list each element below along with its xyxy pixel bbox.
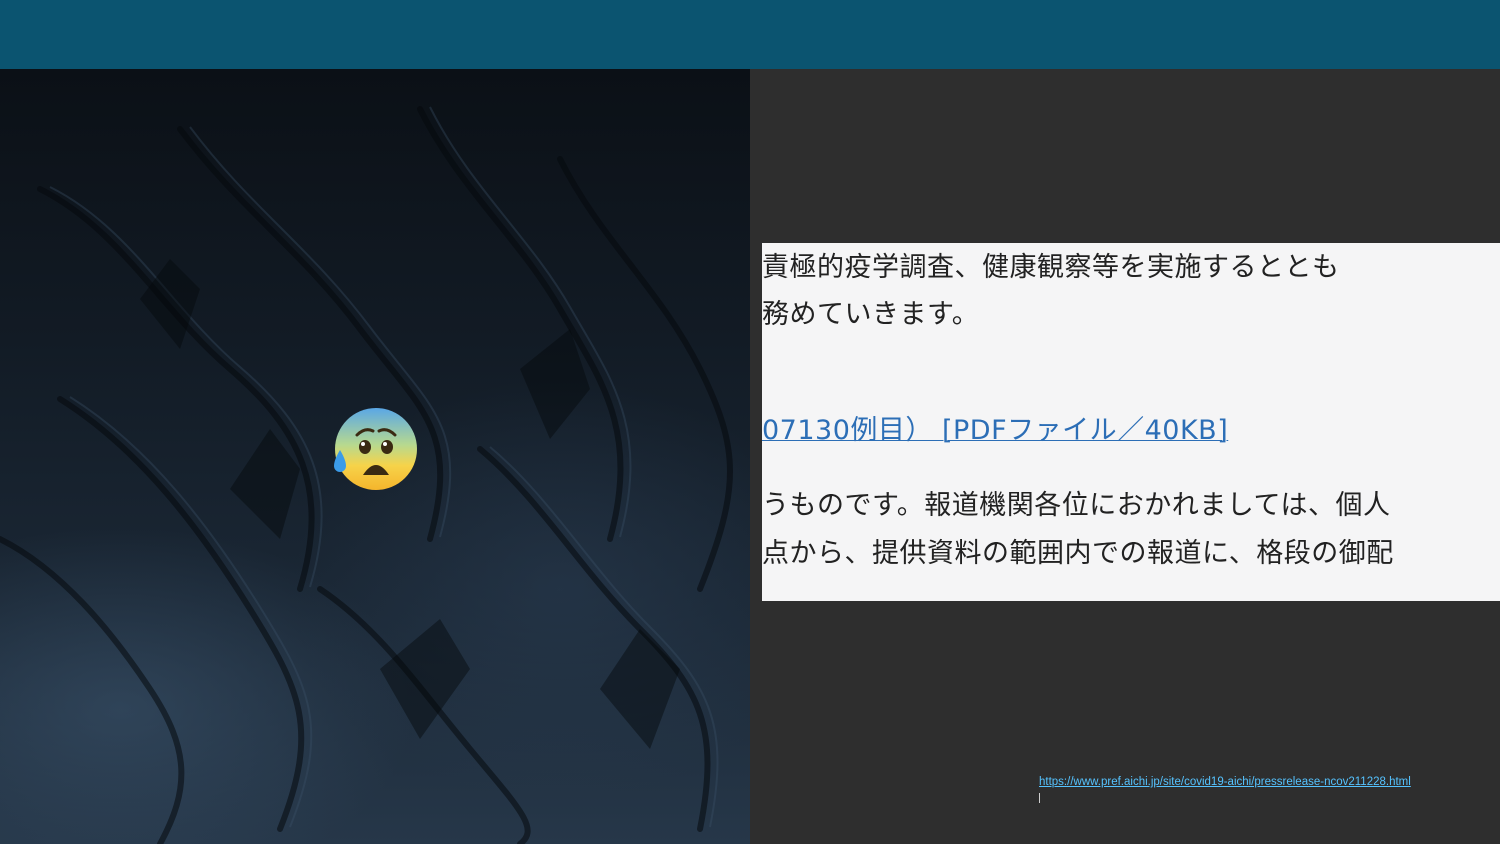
document-text-line: 点から、提供資料の範囲内での報道に、格段の御配: [762, 538, 1394, 569]
document-text-line: 務めていきます。: [762, 299, 980, 330]
document-text-line: うものです。報道機関各位におかれましては、個人: [762, 490, 1391, 521]
pdf-file-link[interactable]: 07130例目） [PDFファイル／40KB]: [762, 408, 1228, 447]
top-bar: [0, 0, 1500, 69]
anxious-face-with-sweat-icon: [334, 408, 417, 490]
source-url-link[interactable]: https://www.pref.aichi.jp/site/covid19-a…: [1039, 776, 1411, 788]
document-text-line: 責極的疫学調査、健康観察等を実施するととも: [762, 252, 1340, 283]
text-cursor: [1039, 793, 1040, 803]
document-screenshot: 責極的疫学調査、健康観察等を実施するととも 務めていきます。 07130例目） …: [762, 243, 1500, 601]
